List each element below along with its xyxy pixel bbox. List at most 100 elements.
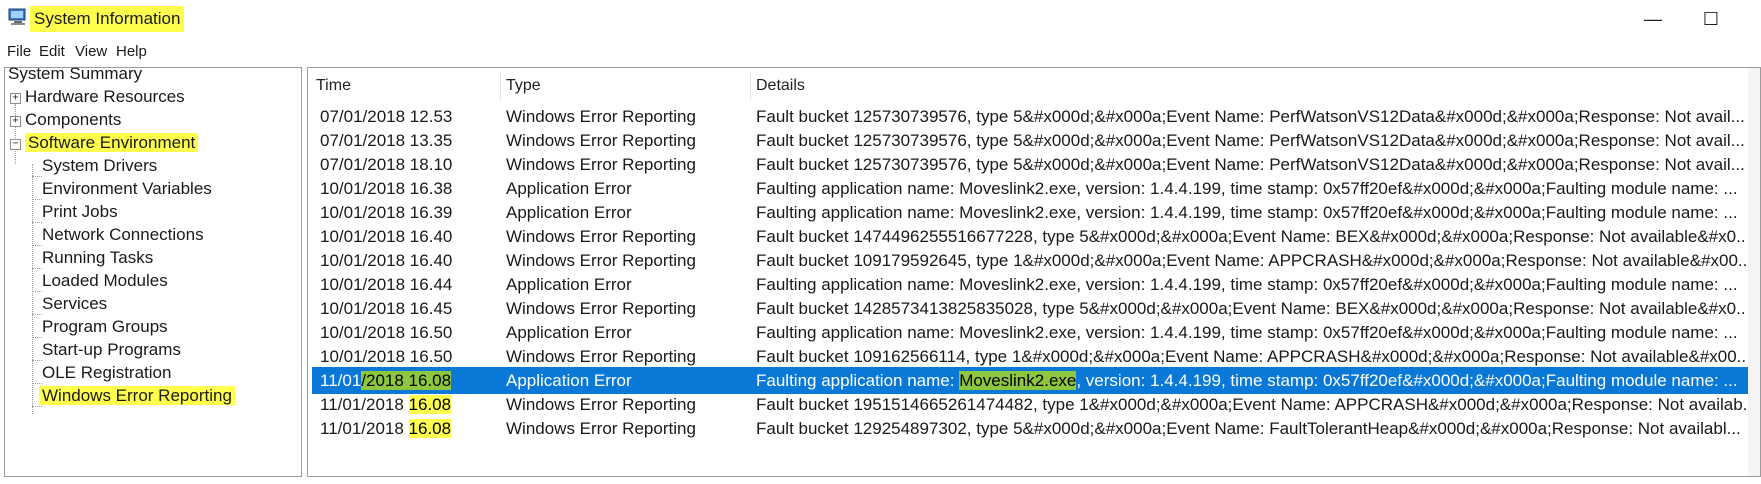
- row-details: Faulting application name: Moveslink2.ex…: [756, 203, 1738, 222]
- row-details: Fault bucket 1474496255516677228, type 5…: [756, 227, 1746, 246]
- windows-error-reporting-label: Windows Error Reporting: [39, 386, 235, 405]
- collapse-software-icon[interactable]: −: [10, 139, 21, 150]
- table-row[interactable]: 10/01/2018 16.40 Windows Error Reporting…: [312, 223, 1750, 250]
- row-time: 10/01/2018 16.50: [320, 323, 453, 342]
- window-title: System Information: [30, 6, 185, 32]
- column-header-type[interactable]: Type: [506, 73, 541, 99]
- tree-item-software-environment[interactable]: Software Environment: [25, 131, 199, 155]
- row-type: Windows Error Reporting: [506, 419, 696, 438]
- row-type: Windows Error Reporting: [506, 299, 696, 318]
- row-details: Fault bucket 109162566114, type 1&#x000d…: [756, 347, 1746, 366]
- table-row[interactable]: 07/01/2018 13.35 Windows Error Reporting…: [312, 127, 1750, 154]
- row-time: 11/01/2018 16.08: [320, 367, 500, 394]
- tree-item-services[interactable]: Services: [42, 292, 107, 316]
- tree-item-hardware-resources[interactable]: Hardware Resources: [25, 85, 185, 109]
- row-details: Fault bucket 109179592645, type 1&#x000d…: [756, 251, 1746, 270]
- table-row[interactable]: 10/01/2018 16.50 Windows Error Reporting…: [312, 343, 1750, 370]
- tree-item-components[interactable]: Components: [25, 108, 121, 132]
- row-details: Faulting application name: Moveslink2.ex…: [756, 275, 1738, 294]
- row-time: 10/01/2018 16.38: [320, 179, 453, 198]
- tree-item-loaded-modules[interactable]: Loaded Modules: [42, 269, 168, 293]
- row-details: Faulting application name: Moveslink2.ex…: [756, 179, 1738, 198]
- row-time: 07/01/2018 18.10: [320, 155, 453, 174]
- row-time: 10/01/2018 16.45: [320, 299, 453, 318]
- row-details: Fault bucket 125730739576, type 5&#x000d…: [756, 107, 1745, 126]
- table-row[interactable]: 10/01/2018 16.44 Application Error Fault…: [312, 271, 1750, 298]
- table-row[interactable]: 07/01/2018 12.53 Windows Error Reporting…: [312, 103, 1750, 130]
- table-row[interactable]: 07/01/2018 18.10 Windows Error Reporting…: [312, 151, 1750, 178]
- row-type: Windows Error Reporting: [506, 395, 696, 414]
- row-time: 07/01/2018 13.35: [320, 131, 453, 150]
- row-date: 11/01/2018: [320, 395, 409, 414]
- table-row[interactable]: 10/01/2018 16.40 Windows Error Reporting…: [312, 247, 1750, 274]
- menu-view[interactable]: View: [74, 41, 108, 62]
- table-row[interactable]: 11/01/2018 16.08 Windows Error Reporting…: [312, 415, 1750, 442]
- title-bar: System Information — ☐: [0, 0, 1761, 38]
- row-details: Fault bucket 125730739576, type 5&#x000d…: [756, 131, 1745, 150]
- row-type: Windows Error Reporting: [506, 155, 696, 174]
- row-type: Application Error: [506, 323, 632, 342]
- selected-details-prefix: Faulting application name:: [756, 371, 960, 390]
- row-type: Windows Error Reporting: [506, 251, 696, 270]
- table-row[interactable]: 10/01/2018 16.45 Windows Error Reporting…: [312, 295, 1750, 322]
- row-type: Windows Error Reporting: [506, 131, 696, 150]
- menu-file[interactable]: File: [6, 41, 32, 62]
- software-environment-label: Software Environment: [25, 133, 199, 152]
- menu-bar: File Edit View Help: [0, 39, 1761, 65]
- row-date: 11/01/2018: [320, 419, 409, 438]
- selected-time-highlight: /2018 16.08: [361, 371, 452, 390]
- vertical-scrollbar[interactable]: [1748, 68, 1760, 476]
- row-type: Application Error: [506, 179, 632, 198]
- row-type: Application Error: [506, 275, 632, 294]
- category-tree[interactable]: System Summary + Hardware Resources + Co…: [4, 64, 302, 477]
- error-report-list[interactable]: Time Type Details 07/01/2018 12.53 Windo…: [307, 67, 1761, 477]
- tree-item-network-connections[interactable]: Network Connections: [42, 223, 204, 247]
- row-details: Faulting application name: Moveslink2.ex…: [756, 323, 1738, 342]
- system-information-icon: [8, 8, 26, 25]
- row-type: Application Error: [506, 203, 632, 222]
- row-details: Fault bucket 125730739576, type 5&#x000d…: [756, 155, 1745, 174]
- selected-details-suffix: , version: 1.4.4.199, time stamp: 0x57ff…: [1076, 371, 1738, 390]
- row-type: Windows Error Reporting: [506, 347, 696, 366]
- table-row[interactable]: 10/01/2018 16.50 Application Error Fault…: [312, 319, 1750, 346]
- tree-item-startup-programs[interactable]: Start-up Programs: [42, 338, 181, 362]
- tree-item-print-jobs[interactable]: Print Jobs: [42, 200, 118, 224]
- column-header-time[interactable]: Time: [316, 73, 351, 99]
- row-details: Fault bucket 1428573413825835028, type 5…: [756, 299, 1746, 318]
- minimize-button[interactable]: —: [1630, 6, 1676, 32]
- table-row-selected[interactable]: 11/01/2018 16.08 Application Error Fault…: [312, 367, 1750, 394]
- tree-item-environment-variables[interactable]: Environment Variables: [42, 177, 212, 201]
- selected-time-prefix: 11/01: [320, 371, 362, 390]
- menu-edit[interactable]: Edit: [38, 41, 66, 62]
- row-type: Application Error: [506, 371, 632, 390]
- tree-item-system-summary[interactable]: System Summary: [8, 62, 142, 86]
- expand-components-icon[interactable]: +: [10, 116, 21, 127]
- row-time: 10/01/2018 16.50: [320, 347, 453, 366]
- row-time: 11/01/2018 16.08: [320, 415, 500, 442]
- row-clock-highlight: 16.08: [408, 395, 452, 414]
- row-time: 10/01/2018 16.40: [320, 227, 453, 246]
- row-details: Fault bucket 129254897302, type 5&#x000d…: [756, 419, 1741, 438]
- tree-item-system-drivers[interactable]: System Drivers: [42, 154, 157, 178]
- row-time: 11/01/2018 16.08: [320, 391, 500, 418]
- row-details: Fault bucket 1951514665261474482, type 1…: [756, 395, 1746, 414]
- table-row[interactable]: 10/01/2018 16.39 Application Error Fault…: [312, 199, 1750, 226]
- expand-hardware-icon[interactable]: +: [10, 93, 21, 104]
- tree-item-program-groups[interactable]: Program Groups: [42, 315, 168, 339]
- menu-help[interactable]: Help: [115, 41, 148, 62]
- row-time: 10/01/2018 16.39: [320, 203, 453, 222]
- table-row[interactable]: 11/01/2018 16.08 Windows Error Reporting…: [312, 391, 1750, 418]
- table-row[interactable]: 10/01/2018 16.38 Application Error Fault…: [312, 175, 1750, 202]
- column-header-details[interactable]: Details: [756, 73, 805, 99]
- tree-item-running-tasks[interactable]: Running Tasks: [42, 246, 153, 270]
- maximize-button[interactable]: ☐: [1688, 6, 1734, 32]
- row-time: 10/01/2018 16.44: [320, 275, 453, 294]
- selected-details-highlight: Moveslink2.exe: [959, 371, 1077, 390]
- row-time: 07/01/2018 12.53: [320, 107, 453, 126]
- row-time: 10/01/2018 16.40: [320, 251, 453, 270]
- row-clock-highlight: 16.08: [408, 419, 452, 438]
- tree-item-ole-registration[interactable]: OLE Registration: [42, 361, 171, 385]
- row-details: Faulting application name: Moveslink2.ex…: [756, 367, 1746, 394]
- tree-item-windows-error-reporting[interactable]: Windows Error Reporting: [39, 384, 235, 408]
- row-type: Windows Error Reporting: [506, 107, 696, 126]
